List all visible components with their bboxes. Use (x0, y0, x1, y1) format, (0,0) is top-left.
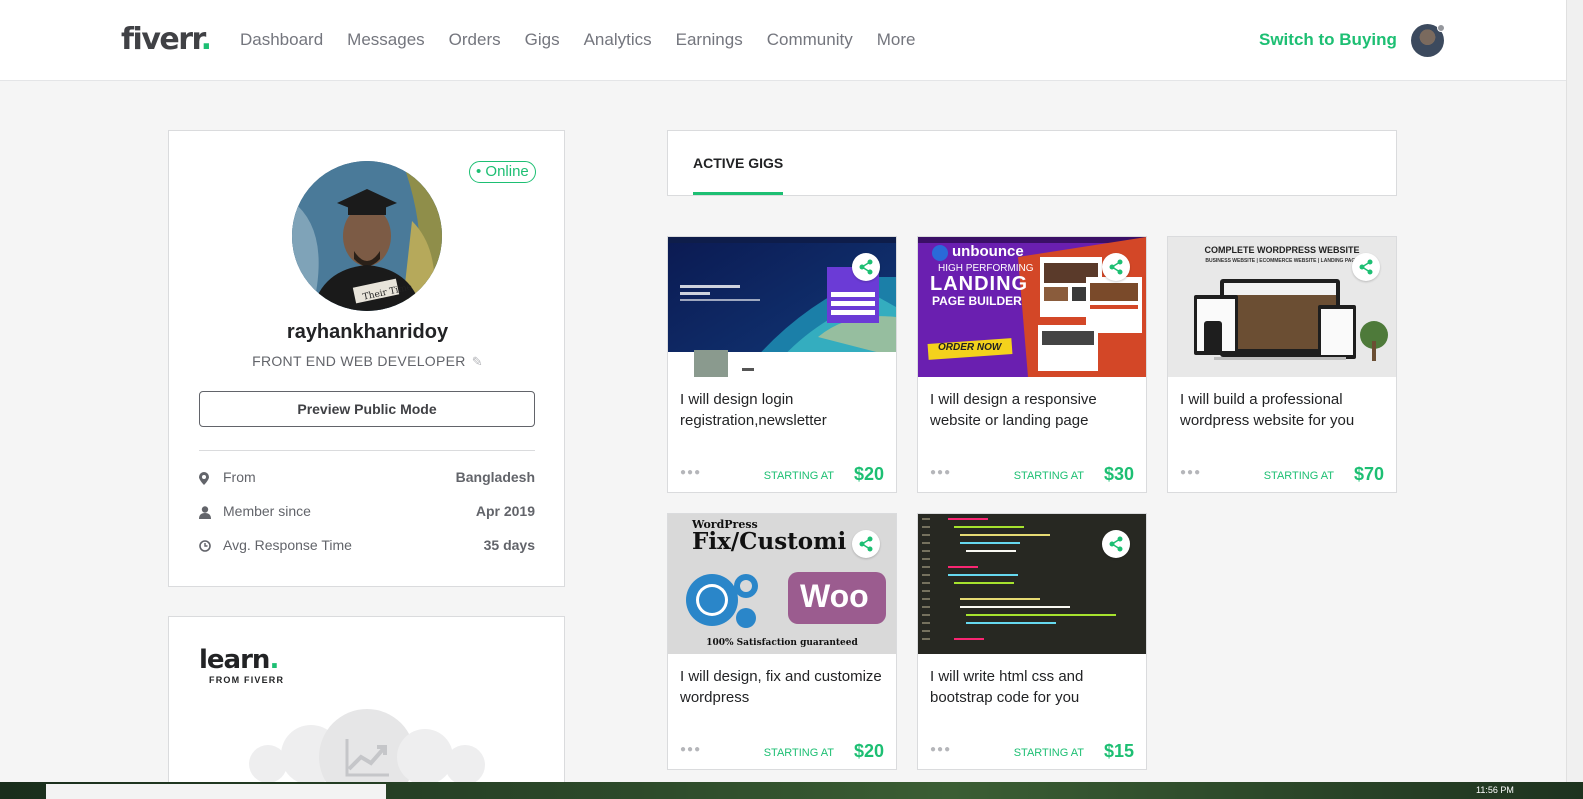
os-taskbar: 11:56 PM (0, 782, 1583, 799)
pen-icon (445, 745, 485, 782)
starting-at-label: STARTING AT (1013, 747, 1084, 759)
woo-logo-text: Woo (800, 578, 869, 614)
nav-community[interactable]: Community (767, 30, 853, 50)
gig-card[interactable]: WordPress Fix/Customi Woo 100% Satisfact… (667, 513, 897, 770)
taskbar-search-box[interactable] (46, 784, 386, 799)
online-status-badge: • Online (469, 161, 536, 183)
nav-messages[interactable]: Messages (347, 30, 424, 50)
location-pin-icon (199, 472, 211, 486)
starting-at-label: STARTING AT (763, 747, 834, 759)
gig-thumbnail: COMPLETE WORDPRESS WEBSITE BUSINESS WEBS… (1168, 237, 1396, 377)
gig-title[interactable]: I will write html css and bootstrap code… (930, 666, 1136, 708)
stat-member-since: Member since Apr 2019 (199, 503, 535, 525)
gig-price: $70 (1353, 464, 1384, 484)
divider (199, 450, 535, 451)
fiverr-logo[interactable]: fiverr. (121, 22, 212, 57)
clock-icon (199, 540, 211, 554)
profile-username: rayhankhanridoy (286, 321, 449, 343)
status-dot (1437, 24, 1445, 32)
nav-earnings[interactable]: Earnings (676, 30, 743, 50)
more-options-icon[interactable]: ●●● (680, 467, 701, 478)
active-gigs-tabbar: ACTIVE GIGS (667, 130, 1397, 196)
learn-logo: learn. (199, 645, 279, 675)
learn-subtitle: FROM FIVERR (209, 675, 285, 685)
tab-underline (693, 192, 783, 195)
gig-price: $20 (853, 741, 884, 761)
image-text: LANDING (930, 273, 1029, 295)
gig-thumbnail (918, 514, 1146, 654)
user-icon (199, 506, 211, 520)
taskbar-clock: 11:56 PM (1476, 785, 1514, 795)
main-nav: Dashboard Messages Orders Gigs Analytics… (240, 30, 939, 50)
switch-to-buying-link[interactable]: Switch to Buying (1259, 30, 1397, 50)
profile-title: FRONT END WEB DEVELOPER ✎ (252, 353, 483, 369)
profile-photo: Their Time (292, 161, 442, 311)
tab-active-gigs[interactable]: ACTIVE GIGS (693, 155, 783, 171)
share-icon[interactable] (1102, 253, 1130, 281)
gig-price: $20 (853, 464, 884, 484)
share-icon[interactable] (1352, 253, 1380, 281)
gig-price: $30 (1103, 464, 1134, 484)
page-scrollbar[interactable] (1566, 0, 1583, 782)
image-text: 100% Satisfaction guaranteed (706, 638, 858, 648)
gig-price: $15 (1103, 741, 1134, 761)
starting-at-label: STARTING AT (1013, 470, 1084, 482)
gig-thumbnail: unbounce HIGH PERFORMING LANDING PAGE BU… (918, 237, 1146, 377)
starting-at-label: STARTING AT (763, 470, 834, 482)
stat-from: From Bangladesh (199, 469, 535, 491)
user-avatar[interactable] (1411, 24, 1445, 57)
more-options-icon[interactable]: ●●● (1180, 467, 1201, 478)
gig-title[interactable]: I will design, fix and customize wordpre… (680, 666, 886, 708)
share-icon[interactable] (852, 253, 880, 281)
gig-card[interactable]: unbounce HIGH PERFORMING LANDING PAGE BU… (917, 236, 1147, 493)
gig-title[interactable]: I will design login registration,newslet… (680, 389, 886, 431)
share-icon[interactable] (852, 530, 880, 558)
pencil-icon[interactable]: ✎ (472, 354, 483, 369)
nav-dashboard[interactable]: Dashboard (240, 30, 323, 50)
top-navbar: fiverr. Dashboard Messages Orders Gigs A… (0, 0, 1566, 81)
unbounce-logo-text: unbounce (952, 243, 1024, 260)
preview-public-mode-button[interactable]: Preview Public Mode (199, 391, 535, 427)
image-text: Fix/Customi (692, 528, 847, 555)
more-options-icon[interactable]: ●●● (930, 467, 951, 478)
image-text: PAGE BUILDER (932, 294, 1022, 308)
stat-response-time: Avg. Response Time 35 days (199, 537, 535, 559)
more-options-icon[interactable]: ●●● (930, 744, 951, 755)
gig-title[interactable]: I will design a responsive website or la… (930, 389, 1136, 431)
flask-icon (397, 729, 453, 782)
more-options-icon[interactable]: ●●● (680, 744, 701, 755)
nav-orders[interactable]: Orders (449, 30, 501, 50)
gig-title[interactable]: I will build a professional wordpress we… (1180, 389, 1386, 431)
gig-card[interactable]: COMPLETE WORDPRESS WEBSITE BUSINESS WEBS… (1167, 236, 1397, 493)
learn-card[interactable]: learn. FROM FIVERR (168, 616, 565, 782)
nav-analytics[interactable]: Analytics (584, 30, 652, 50)
nav-gigs[interactable]: Gigs (525, 30, 560, 50)
nav-more[interactable]: More (877, 30, 916, 50)
gig-thumbnail (668, 237, 896, 377)
share-icon[interactable] (1102, 530, 1130, 558)
gig-thumbnail: WordPress Fix/Customi Woo 100% Satisfact… (668, 514, 896, 654)
gig-card[interactable]: I will write html css and bootstrap code… (917, 513, 1147, 770)
profile-card: Their Time • Online rayhankhanridoy FRON… (168, 130, 565, 587)
image-text: ORDER NOW (938, 342, 1002, 353)
gig-card[interactable]: I will design login registration,newslet… (667, 236, 897, 493)
starting-at-label: STARTING AT (1263, 470, 1334, 482)
